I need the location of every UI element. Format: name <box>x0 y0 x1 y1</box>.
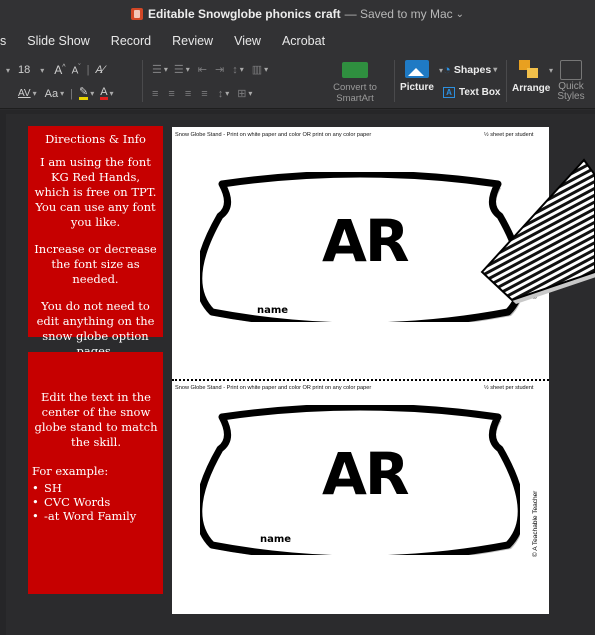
picture-button[interactable]: Picture <box>400 60 434 93</box>
paragraph-row-2: ≡ ≡ ≡ ≡ ↕ ▾ ⊞ ▾ <box>152 87 252 101</box>
ribbon-toolbar: ▾ 18 ▾ A^ Aˇ | A⁄ AV ▾ Aa ▾ | ✎ ▾ A ▾ ☰ ▾… <box>0 54 595 109</box>
tab-slide-show[interactable]: Slide Show <box>27 34 90 48</box>
tab-review[interactable]: Review <box>172 34 213 48</box>
font-size-group: ▾ 18 ▾ A^ Aˇ | A⁄ <box>4 63 105 77</box>
directions-info-box[interactable]: Directions & Info I am using the font KG… <box>28 126 163 358</box>
chevron-down-icon[interactable]: ▾ <box>6 66 10 75</box>
cut-line <box>172 379 549 381</box>
font-size-note: Increase or decrease the font size as ne… <box>34 242 157 286</box>
shapes-label: Shapes <box>453 63 492 76</box>
tab-view[interactable]: View <box>234 34 261 48</box>
name-label: name <box>257 305 289 316</box>
chevron-down-icon[interactable]: ▾ <box>186 65 190 74</box>
chevron-down-icon[interactable]: ▾ <box>164 65 168 74</box>
divider <box>506 60 507 102</box>
tab-record[interactable]: Record <box>111 34 151 48</box>
convert-smartart-button[interactable]: Convert to SmartArt <box>326 62 384 104</box>
divider: | <box>86 64 90 76</box>
font-color-icon[interactable]: A <box>100 87 108 100</box>
powerpoint-icon <box>130 8 143 20</box>
change-case-icon[interactable]: Aa <box>45 88 58 100</box>
paragraph-row-1: ☰ ▾ ☰ ▾ ⇤ ⇥ ↕ ▾ ▥ ▾ <box>152 63 268 77</box>
align-right-icon[interactable]: ≡ <box>185 88 191 100</box>
arrange-icon <box>519 60 541 80</box>
text-box-label: Text Box <box>459 87 501 98</box>
numbering-icon[interactable]: ☰ <box>174 63 184 76</box>
chevron-down-icon[interactable]: ▾ <box>90 89 94 98</box>
decrease-font-icon[interactable]: Aˇ <box>72 64 81 76</box>
chevron-down-icon[interactable]: ▾ <box>264 65 268 74</box>
quick-styles-icon <box>560 60 582 80</box>
divider <box>142 60 143 102</box>
font-size-dropdown-icon[interactable]: ▾ <box>40 66 44 75</box>
name-label: name <box>260 534 292 545</box>
skill-text[interactable]: AR <box>322 440 410 508</box>
font-size-field[interactable]: 18 <box>18 64 30 76</box>
arrange-label: Arrange <box>512 83 551 94</box>
character-spacing-icon[interactable]: AV <box>18 88 31 99</box>
chevron-down-icon[interactable]: ▾ <box>225 89 229 98</box>
chevron-down-icon[interactable]: ▾ <box>110 89 114 98</box>
tab-animations-partial[interactable]: s <box>0 34 6 48</box>
align-text-icon[interactable]: ⊞ <box>237 87 246 100</box>
directions-title: Directions & Info <box>45 132 146 146</box>
decrease-indent-icon[interactable]: ⇤ <box>198 63 207 76</box>
convert-smartart-label: Convert to SmartArt <box>333 82 377 104</box>
picture-icon <box>405 60 429 78</box>
arrange-button[interactable]: Arrange <box>512 60 551 94</box>
quick-styles-label: Quick Styles <box>557 81 585 102</box>
line-spacing-icon[interactable]: ↕ <box>232 64 238 76</box>
quick-styles-button[interactable]: Quick Styles <box>555 60 587 102</box>
shapes-button[interactable]: ◔ Shapes ▾ <box>443 62 497 77</box>
print-instructions-header: Snow Globe Stand - Print on white paper … <box>175 132 372 138</box>
window-title-bar: Editable Snowglobe phonics craft — Saved… <box>0 0 595 28</box>
font-note: I am using the font KG Red Hands, which … <box>34 155 157 229</box>
list-item: CVC Words <box>32 495 160 509</box>
edit-instructions-box[interactable]: Edit the text in the center of the snow … <box>28 352 163 594</box>
credit-text: © A Teachable Teacher <box>532 490 539 557</box>
text-box-button[interactable]: A Text Box <box>443 87 501 98</box>
chevron-down-icon[interactable]: ▾ <box>248 89 252 98</box>
text-direction-icon[interactable]: ↕ <box>218 88 224 100</box>
align-left-icon[interactable]: ≡ <box>152 88 158 100</box>
no-edit-note: You do not need to edit anything on the … <box>36 299 155 358</box>
clear-formatting-icon[interactable]: A⁄ <box>95 64 104 76</box>
columns-icon[interactable]: ▥ <box>252 63 262 76</box>
chevron-down-icon: ▾ <box>493 65 498 74</box>
ribbon-tab-bar: s Slide Show Record Review View Acrobat <box>0 28 595 54</box>
example-lead: For example: <box>32 464 109 478</box>
sheet-note: ½ sheet per student <box>484 385 534 391</box>
sheet-note: ½ sheet per student <box>484 132 534 138</box>
save-status[interactable]: — Saved to my Mac <box>345 7 453 21</box>
font-style-group: AV ▾ Aa ▾ | ✎ ▾ A ▾ <box>18 87 114 100</box>
skill-text[interactable]: AR <box>322 207 410 275</box>
edit-instruction: Edit the text in the center of the snow … <box>34 390 158 449</box>
document-title[interactable]: Editable Snowglobe phonics craft <box>148 7 341 21</box>
align-center-icon[interactable]: ≡ <box>168 88 174 100</box>
picture-label: Picture <box>400 82 434 93</box>
chevron-down-icon[interactable]: ▾ <box>33 89 37 98</box>
text-box-icon: A <box>443 87 455 98</box>
divider: | <box>70 87 73 100</box>
highlight-icon[interactable]: ✎ <box>78 87 89 100</box>
list-item: SH <box>32 481 160 495</box>
divider <box>394 60 395 102</box>
example-list: SH CVC Words -at Word Family <box>32 481 160 523</box>
list-item: -at Word Family <box>32 509 160 523</box>
chevron-down-icon[interactable]: ▾ <box>549 66 553 75</box>
shapes-icon: ◔ <box>443 62 451 77</box>
smartart-icon <box>342 62 368 78</box>
chevron-down-icon[interactable]: ▾ <box>240 65 244 74</box>
increase-indent-icon[interactable]: ⇥ <box>215 63 224 76</box>
print-instructions-header: Snow Globe Stand - Print on white paper … <box>175 385 372 391</box>
striped-shape-overlay[interactable] <box>472 150 595 310</box>
justify-icon[interactable]: ≡ <box>201 88 207 100</box>
chevron-down-icon[interactable]: ⌄ <box>456 9 464 20</box>
bullets-icon[interactable]: ☰ <box>152 63 162 76</box>
increase-font-icon[interactable]: A^ <box>54 63 65 77</box>
chevron-down-icon[interactable]: ▾ <box>60 89 64 98</box>
tab-acrobat[interactable]: Acrobat <box>282 34 325 48</box>
